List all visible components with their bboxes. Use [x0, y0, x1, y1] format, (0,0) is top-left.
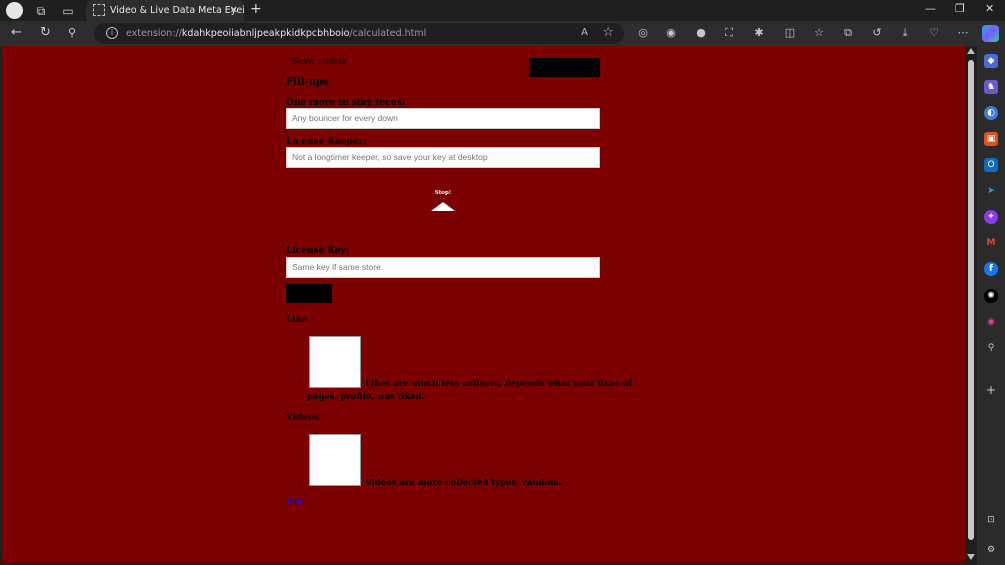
like-thumbnail[interactable] — [309, 336, 361, 388]
settings-more-icon[interactable]: ⋯ — [956, 26, 970, 40]
like-bullet: ◦ — [299, 379, 304, 387]
refresh-icon[interactable]: ↻ — [40, 26, 51, 40]
license-key-input[interactable]: Same key if same store. — [286, 257, 600, 278]
read-aloud-icon[interactable]: A — [581, 27, 588, 38]
videos-thumbnail[interactable] — [309, 434, 361, 486]
site-info-icon[interactable]: i — [106, 27, 118, 39]
videos-heading: Videos — [286, 413, 320, 423]
favorite-star-icon[interactable]: ☆ — [602, 25, 614, 40]
field2-label: License Keeper: — [286, 137, 367, 147]
workspaces-icon[interactable]: ⧉ — [33, 3, 49, 19]
back-arrow-icon[interactable]: ← — [11, 26, 22, 40]
collections-icon[interactable]: ⧉ — [841, 26, 855, 40]
tab-favicon-icon — [93, 4, 105, 16]
sidebar-chess-icon[interactable]: ♞ — [984, 80, 998, 94]
history-icon[interactable]: ↺ — [870, 26, 884, 40]
sidebar-facebook-icon[interactable]: f — [984, 262, 998, 276]
like-heading: Like — [286, 315, 308, 325]
sidebar-add-icon[interactable]: + — [984, 383, 998, 397]
search-icon[interactable]: ⚲ — [68, 26, 76, 40]
sidebar-search-icon[interactable]: ⚲ — [984, 341, 998, 355]
sidebar-outlook-icon[interactable]: O — [984, 158, 998, 172]
focus-input[interactable]: Any bouncer for every down — [286, 108, 600, 129]
screenshot-icon[interactable]: ⛶ — [722, 26, 736, 40]
scroll-up-arrow-icon[interactable] — [967, 48, 975, 54]
scrollbar-thumb[interactable] — [968, 60, 974, 540]
license-keeper-input[interactable]: Not a longtimer keeper, so save your key… — [286, 147, 600, 168]
extensions-puzzle-icon[interactable]: ✱ — [752, 26, 766, 40]
extension-icon-3[interactable]: ● — [694, 26, 708, 40]
field3-label: License Key: — [286, 246, 350, 256]
triangle-up-icon[interactable] — [431, 202, 455, 211]
field1-label: One more to stay focus: — [286, 98, 406, 108]
stop-label: Stop! — [434, 190, 452, 196]
sidebar-chatgpt-icon[interactable]: ✺ — [984, 289, 998, 303]
address-bar[interactable]: i extension://kdahkpeoiiabnljpeakpkidkpc… — [94, 23, 624, 44]
browser-essentials-icon[interactable]: ♡ — [927, 26, 941, 40]
maximize-button[interactable]: ❐ — [955, 2, 965, 15]
fillups-heading: Fill-ups — [286, 77, 329, 88]
profile-avatar-icon[interactable] — [6, 2, 23, 19]
sidebar-telegram-icon[interactable]: ➤ — [984, 184, 998, 198]
like-description-line1: Likes are much less collects, depends wh… — [365, 379, 633, 389]
sidebar-gmail-icon[interactable]: M — [984, 236, 998, 250]
sidebar-screen-icon[interactable]: ⊡ — [984, 513, 998, 527]
edge-sidebar: ◆ ♞ ◐ ▣ O ➤ ✦ M f ✺ ◉ ⚲ + ⊡ ⚙ — [977, 46, 1005, 565]
sidebar-tools-icon[interactable]: ▣ — [984, 132, 998, 146]
bottom-link[interactable]: Root — [287, 497, 305, 506]
sidebar-copilot-icon[interactable]: ◐ — [984, 106, 998, 120]
new-tab-button[interactable]: + — [250, 1, 262, 17]
minimize-button[interactable]: — — [925, 2, 936, 15]
downloads-icon[interactable]: ⤓ — [898, 26, 912, 40]
scroll-down-arrow-icon[interactable] — [967, 554, 975, 560]
sidebar-settings-gear-icon[interactable]: ⚙ — [984, 543, 998, 557]
submit-black-button[interactable] — [286, 284, 332, 303]
like-description-line2: pages, profile, was liked. — [307, 392, 425, 402]
quote-text: "Seek visible" — [288, 57, 351, 67]
extension-icon-1[interactable]: ◎ — [636, 26, 650, 40]
tab-bar: ⧉ ▭ Video & Live Data Meta Eyeing ✕ + — … — [0, 0, 1005, 21]
top-black-button[interactable] — [529, 58, 600, 77]
tab-title: Video & Live Data Meta Eyeing — [110, 5, 244, 16]
sidebar-music-icon[interactable]: ◉ — [984, 315, 998, 329]
videos-bullet: ◦ — [299, 478, 304, 486]
page-scrollbar[interactable] — [965, 46, 977, 563]
extension-icon-2[interactable]: ◉ — [664, 26, 678, 40]
tab-actions-icon[interactable]: ▭ — [60, 3, 76, 19]
favorites-icon[interactable]: ☆ — [812, 26, 826, 40]
address-url[interactable]: extension://kdahkpeoiiabnljpeakpkidkpcbh… — [126, 23, 426, 44]
active-tab[interactable]: Video & Live Data Meta Eyeing ✕ — [86, 0, 244, 21]
tab-close-icon[interactable]: ✕ — [230, 0, 238, 21]
sidebar-tag-icon[interactable]: ◆ — [984, 54, 998, 68]
close-window-button[interactable]: ✕ — [985, 2, 994, 15]
copilot-icon[interactable] — [982, 25, 999, 42]
browser-toolbar: ← ↻ ⚲ i extension://kdahkpeoiiabnljpeakp… — [0, 21, 1005, 46]
page-content: "Seek visible" Fill-ups One more to stay… — [2, 46, 965, 563]
videos-description: Videos are more collected types, random. — [365, 478, 563, 488]
split-screen-icon[interactable]: ◫ — [783, 26, 797, 40]
sidebar-messenger-icon[interactable]: ✦ — [984, 210, 998, 224]
